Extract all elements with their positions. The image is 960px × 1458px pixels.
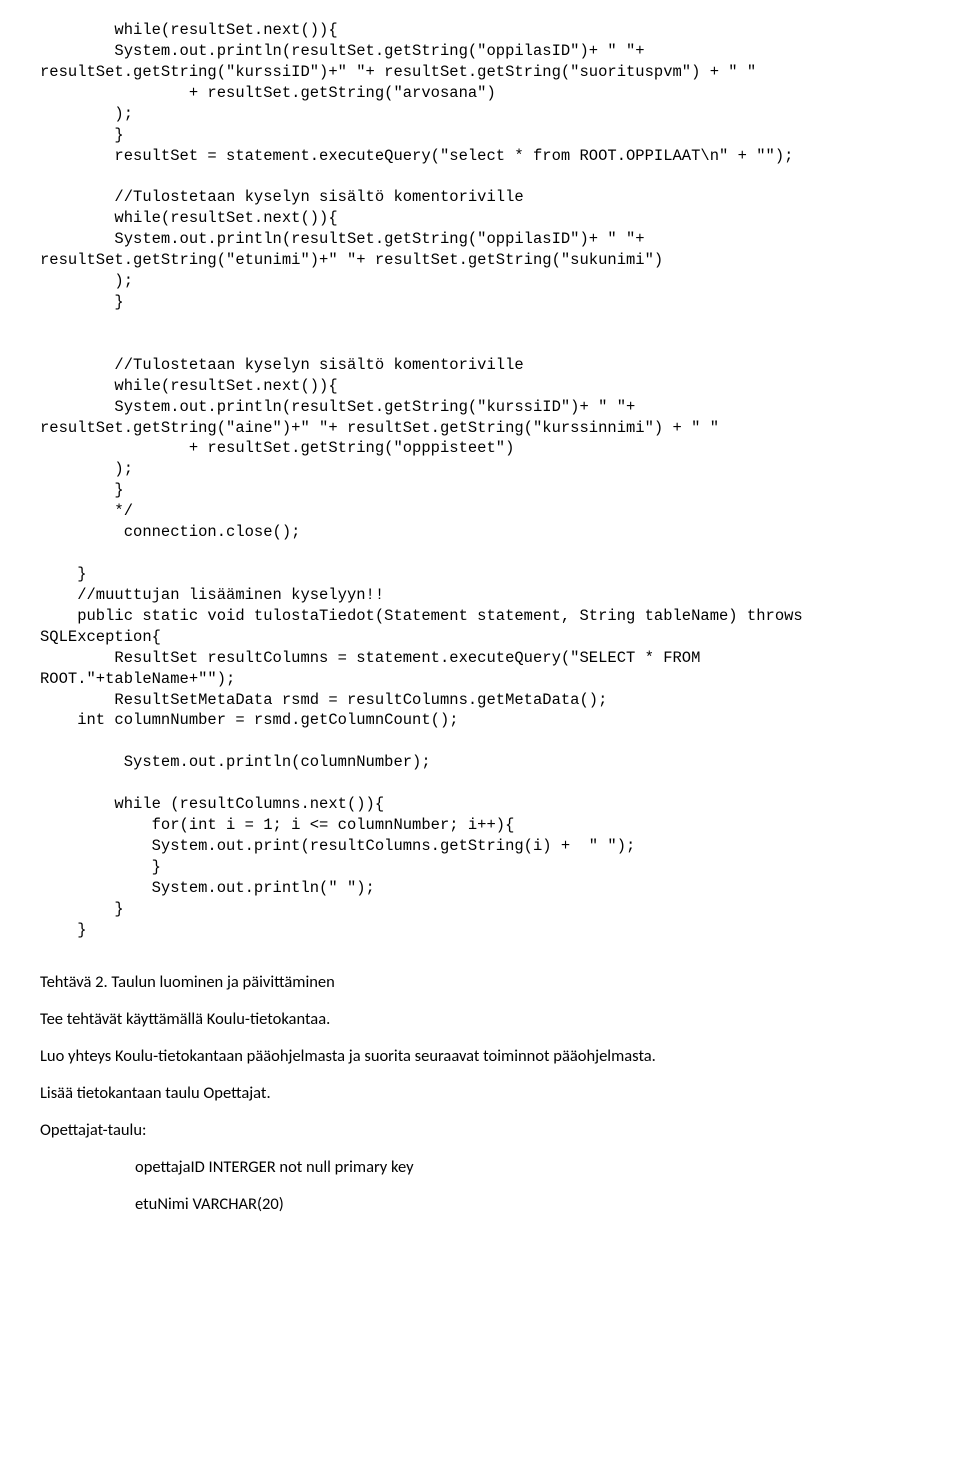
prose-indent-line: etuNimi VARCHAR(20) — [135, 1193, 920, 1216]
code-block: while(resultSet.next()){ System.out.prin… — [40, 20, 920, 941]
prose-line: Lisää tietokantaan taulu Opettajat. — [40, 1082, 920, 1105]
task-heading: Tehtävä 2. Taulun luominen ja päivittämi… — [40, 971, 920, 994]
prose-section: Tehtävä 2. Taulun luominen ja päivittämi… — [40, 971, 920, 1217]
prose-line: Opettajat-taulu: — [40, 1119, 920, 1142]
prose-line: Tee tehtävät käyttämällä Koulu-tietokant… — [40, 1008, 920, 1031]
prose-line: Luo yhteys Koulu-tietokantaan pääohjelma… — [40, 1045, 920, 1068]
prose-indent-line: opettajaID INTERGER not null primary key — [135, 1156, 920, 1179]
